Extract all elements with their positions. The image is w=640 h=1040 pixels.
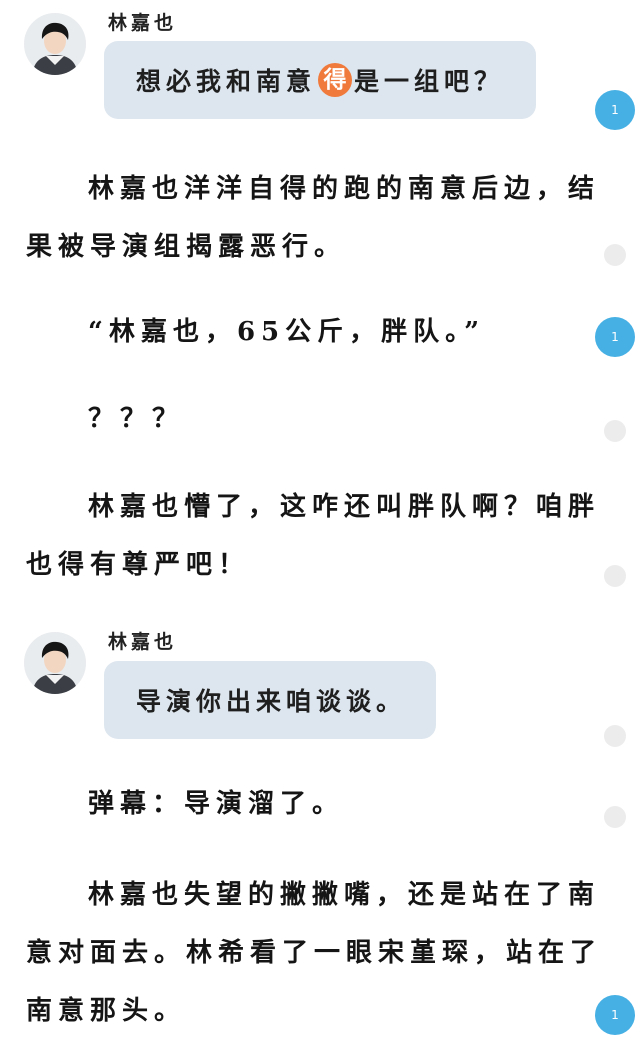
comment-count-badge[interactable]: 1 <box>595 90 635 130</box>
paragraph-line: “林嘉也，65公斤，胖队。” <box>88 317 486 347</box>
speaker-name: 林嘉也 <box>108 631 178 653</box>
paragraph-line: 意对面去。林希看了一眼宋堇琛，站在了 <box>26 938 603 968</box>
paragraph-line: ？？？ <box>88 404 185 434</box>
avatar[interactable] <box>24 13 86 75</box>
dialog-text-end: 是一组吧？ <box>354 67 505 96</box>
paragraph-line: 果被导演组揭露恶行。 <box>26 232 347 262</box>
highlighted-character[interactable]: 得 <box>318 63 353 97</box>
paragraph-line: 也得有尊严吧！ <box>26 550 251 580</box>
comment-dot[interactable] <box>604 806 626 828</box>
comment-count-badge[interactable]: 1 <box>595 995 635 1035</box>
comment-dot[interactable] <box>604 244 626 266</box>
avatar[interactable] <box>24 632 86 694</box>
dialog-bubble: 想必我和南意得是一组吧？ <box>104 41 536 119</box>
comment-dot[interactable] <box>604 420 626 442</box>
avatar-image <box>24 632 86 694</box>
comment-dot[interactable] <box>604 725 626 747</box>
comment-dot[interactable] <box>604 565 626 587</box>
paragraph-line: 林嘉也失望的撇撇嘴，还是站在了南 <box>88 880 601 910</box>
avatar-image <box>24 13 86 75</box>
dialog-bubble: 导演你出来咱谈谈。 <box>104 661 436 739</box>
paragraph-line: 林嘉也懵了，这咋还叫胖队啊？咱胖 <box>88 492 601 522</box>
paragraph-line: 弹幕：导演溜了。 <box>88 789 345 819</box>
speaker-name: 林嘉也 <box>108 12 178 34</box>
comment-count-badge[interactable]: 1 <box>595 317 635 357</box>
dialog-text: 导演你出来咱谈谈。 <box>136 687 407 716</box>
dialog-text: 想必我和南意 <box>136 67 317 96</box>
paragraph-line: 南意那头。 <box>26 996 187 1026</box>
paragraph-line: 林嘉也洋洋自得的跑的南意后边，结 <box>88 174 601 204</box>
